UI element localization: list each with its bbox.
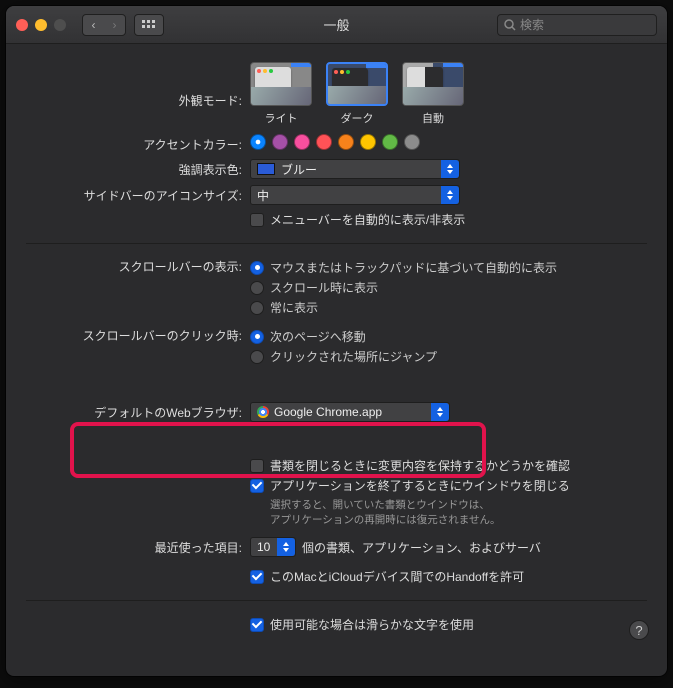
radio-icon: [250, 350, 264, 364]
appearance-auto[interactable]: 自動: [402, 62, 464, 126]
content: 外観モード: ライト ダーク 自動: [6, 44, 667, 652]
search-placeholder: 検索: [520, 16, 544, 33]
scrollbar-click-label: スクロールバーのクリック時:: [26, 325, 250, 344]
close-icon[interactable]: [16, 19, 28, 31]
accent-swatch-7[interactable]: [404, 134, 420, 150]
help-button[interactable]: ?: [629, 620, 649, 640]
titlebar: ‹ › 一般 検索: [6, 6, 667, 44]
scrollbar-show-label: スクロールバーの表示:: [26, 256, 250, 275]
sidebar-size-select[interactable]: 中: [250, 185, 460, 205]
scrollbar-show-scrolling[interactable]: スクロール時に表示: [250, 279, 647, 296]
checkbox-icon: [250, 479, 264, 493]
appearance-dark[interactable]: ダーク: [326, 62, 388, 126]
window-controls: [16, 19, 66, 31]
preferences-window: ‹ › 一般 検索 外観モード:: [6, 6, 667, 676]
grid-icon: [142, 20, 156, 30]
zoom-icon: [54, 19, 66, 31]
close-windows-checkbox[interactable]: アプリケーションを終了するときにウインドウを閉じる: [250, 477, 647, 494]
browser-label: デフォルトのWebブラウザ:: [26, 402, 250, 421]
accent-swatch-4[interactable]: [338, 134, 354, 150]
default-browser-select[interactable]: Google Chrome.app: [250, 402, 450, 422]
accent-swatches: [250, 134, 647, 150]
sidebar-size-value: 中: [257, 187, 269, 204]
highlight-swatch-icon: [257, 163, 275, 175]
highlight-value: ブルー: [281, 161, 317, 178]
highlight-label: 強調表示色:: [26, 159, 250, 178]
checkbox-icon: [250, 213, 264, 227]
highlight-select[interactable]: ブルー: [250, 159, 460, 179]
separator: [26, 243, 647, 244]
accent-swatch-2[interactable]: [294, 134, 310, 150]
chevron-updown-icon: [277, 538, 295, 556]
accent-swatch-3[interactable]: [316, 134, 332, 150]
appearance-options: ライト ダーク 自動: [250, 62, 647, 126]
chevron-updown-icon: [431, 403, 449, 421]
checkbox-icon: [250, 618, 264, 632]
recent-items-suffix: 個の書類、アプリケーション、およびサーバ: [302, 539, 541, 556]
separator: [26, 600, 647, 601]
checkbox-icon: [250, 459, 264, 473]
appearance-light[interactable]: ライト: [250, 62, 312, 126]
menubar-autohide-checkbox[interactable]: メニューバーを自動的に表示/非表示: [250, 211, 647, 228]
minimize-icon[interactable]: [35, 19, 47, 31]
recent-items-value: 10: [257, 540, 270, 554]
radio-icon: [250, 261, 264, 275]
search-input[interactable]: 検索: [497, 14, 657, 36]
accent-swatch-1[interactable]: [272, 134, 288, 150]
radio-icon: [250, 281, 264, 295]
help-icon: ?: [635, 623, 642, 638]
scrollbar-show-auto[interactable]: マウスまたはトラックパッドに基づいて自動的に表示: [250, 259, 647, 276]
appearance-label: 外観モード:: [26, 62, 250, 109]
scrollbar-click-jump[interactable]: クリックされた場所にジャンプ: [250, 348, 647, 365]
default-browser-value: Google Chrome.app: [274, 405, 382, 419]
chevron-updown-icon: [441, 186, 459, 204]
recent-label: 最近使った項目:: [26, 537, 250, 556]
recent-items-select[interactable]: 10: [250, 537, 296, 557]
close-windows-note: 選択すると、開いていた書類とウインドウは、 アプリケーションの再開時には復元され…: [270, 498, 647, 527]
chevron-right-icon[interactable]: ›: [104, 18, 125, 32]
radio-icon: [250, 330, 264, 344]
chrome-icon: [257, 406, 269, 418]
checkbox-icon: [250, 570, 264, 584]
sidebar-label: サイドバーのアイコンサイズ:: [26, 185, 250, 204]
show-all-button[interactable]: [134, 14, 164, 36]
handoff-checkbox[interactable]: このMacとiCloudデバイス間でのHandoffを許可: [250, 568, 647, 585]
accent-label: アクセントカラー:: [26, 134, 250, 153]
nav-back-forward[interactable]: ‹ ›: [82, 14, 126, 36]
font-smoothing-checkbox[interactable]: 使用可能な場合は滑らかな文字を使用: [250, 616, 647, 633]
accent-swatch-6[interactable]: [382, 134, 398, 150]
scrollbar-show-always[interactable]: 常に表示: [250, 299, 647, 316]
search-icon: [504, 19, 516, 31]
ask-save-checkbox[interactable]: 書類を閉じるときに変更内容を保持するかどうかを確認: [250, 457, 647, 474]
chevron-left-icon[interactable]: ‹: [83, 18, 104, 32]
scrollbar-click-page[interactable]: 次のページへ移動: [250, 328, 647, 345]
chevron-updown-icon: [441, 160, 459, 178]
accent-swatch-5[interactable]: [360, 134, 376, 150]
accent-swatch-0[interactable]: [250, 134, 266, 150]
radio-icon: [250, 301, 264, 315]
